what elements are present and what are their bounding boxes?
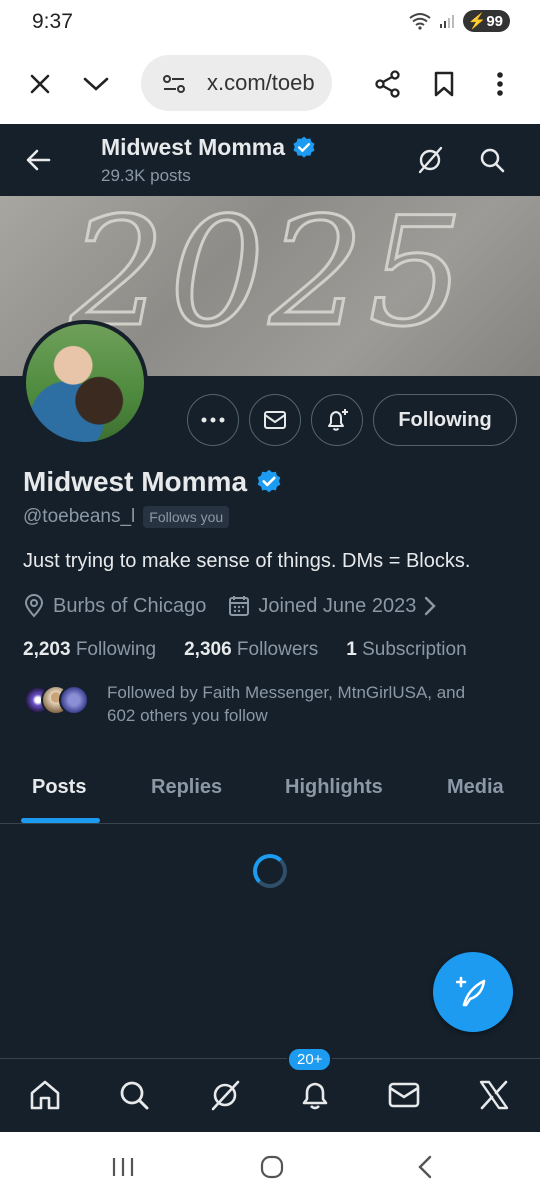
profile-meta: Burbs of Chicago Joined June 2023	[23, 594, 437, 618]
compose-button[interactable]	[433, 952, 513, 1032]
search-icon[interactable]	[472, 140, 512, 180]
loading-spinner	[253, 854, 287, 888]
back-arrow-icon[interactable]	[18, 140, 58, 180]
chevron-right-icon[interactable]	[424, 596, 437, 616]
profile-tabs: Posts Replies Highlights Media	[0, 760, 540, 824]
tab-replies[interactable]: Replies	[151, 776, 222, 799]
followed-by-line: Followed by Faith Messenger, MtnGirlUSA,…	[107, 683, 466, 702]
browser-toolbar: x.com/toeb	[0, 44, 540, 124]
recent-apps-icon[interactable]	[106, 1150, 140, 1184]
followers-stat[interactable]: 2,306 Followers	[184, 639, 318, 661]
active-tab-indicator	[21, 818, 100, 823]
bell-plus-icon	[328, 409, 348, 431]
share-icon[interactable]	[368, 64, 408, 104]
location-icon	[24, 594, 44, 618]
signal-icon	[439, 15, 454, 28]
status-icons: ⚡99	[409, 10, 510, 32]
battery-indicator: ⚡99	[462, 10, 510, 32]
profile-name-row: Midwest Momma	[23, 466, 283, 498]
avatar	[59, 685, 89, 715]
url-text: x.com/toeb	[207, 70, 315, 95]
bookmark-icon[interactable]	[424, 64, 464, 104]
notifications-badge: 20+	[287, 1047, 333, 1072]
avatar[interactable]	[22, 320, 148, 446]
grok-icon[interactable]	[205, 1075, 245, 1115]
following-button[interactable]: Following	[373, 394, 517, 446]
profile-header-bar: Midwest Momma 29.3K posts	[0, 124, 540, 196]
followed-by-avatars	[23, 685, 93, 719]
post-count: 29.3K posts	[101, 166, 191, 185]
profile-name: Midwest Momma	[23, 466, 248, 497]
profile-bio: Just trying to make sense of things. DMs…	[23, 550, 471, 572]
header-name: Midwest Momma	[101, 134, 286, 160]
status-bar: 9:37 ⚡99	[0, 0, 540, 44]
verified-icon	[257, 469, 281, 493]
system-navigation-bar	[0, 1132, 540, 1200]
back-button-icon[interactable]	[408, 1150, 442, 1184]
verified-icon	[293, 136, 315, 158]
notify-button[interactable]	[311, 394, 363, 446]
site-settings-icon[interactable]	[161, 71, 187, 97]
wifi-icon	[409, 13, 431, 30]
bottom-navigation: 20+	[0, 1047, 540, 1132]
header-title: Midwest Momma	[101, 134, 317, 161]
search-icon[interactable]	[114, 1075, 154, 1115]
battery-level: 99	[486, 13, 503, 30]
follows-you-badge: Follows you	[143, 506, 230, 528]
subscription-label: Subscription	[362, 639, 467, 660]
more-button[interactable]	[187, 394, 239, 446]
grok-icon[interactable]	[410, 140, 450, 180]
followed-by-text: Followed by Faith Messenger, MtnGirlUSA,…	[107, 681, 517, 727]
overflow-menu-icon[interactable]	[480, 64, 520, 104]
followers-label: Followers	[236, 639, 319, 660]
compose-icon	[456, 976, 486, 1007]
following-count: 2,203	[23, 639, 71, 660]
message-button[interactable]	[249, 394, 301, 446]
bell-icon[interactable]	[295, 1075, 335, 1115]
home-icon[interactable]	[25, 1075, 65, 1115]
followed-by[interactable]: Followed by Faith Messenger, MtnGirlUSA,…	[23, 681, 517, 727]
profile-stats: 2,203 Following 2,306 Followers 1 Subscr…	[23, 639, 495, 661]
subscription-stat[interactable]: 1 Subscription	[346, 639, 466, 661]
profile-joined: Joined June 2023	[258, 594, 417, 617]
tab-highlights[interactable]: Highlights	[285, 776, 383, 799]
chevron-down-icon[interactable]	[76, 64, 116, 104]
followers-count: 2,306	[184, 639, 232, 660]
subscription-count: 1	[346, 639, 357, 660]
more-icon	[201, 417, 225, 423]
close-icon[interactable]	[20, 64, 60, 104]
profile-location: Burbs of Chicago	[53, 594, 207, 617]
url-field[interactable]: x.com/toeb	[141, 55, 332, 111]
status-time: 9:37	[32, 10, 73, 33]
x-profile-page: Midwest Momma 29.3K posts 2025 Following…	[0, 124, 540, 1132]
banner-sand-writing: 2025	[69, 196, 468, 362]
x-logo-icon[interactable]	[474, 1075, 514, 1115]
calendar-icon	[229, 596, 250, 616]
home-button-icon[interactable]	[255, 1150, 289, 1184]
tab-posts[interactable]: Posts	[32, 776, 86, 799]
tab-media[interactable]: Media	[447, 776, 504, 799]
following-stat[interactable]: 2,203 Following	[23, 639, 156, 661]
profile-handle: @toebeans_l	[23, 506, 136, 527]
following-label: Following	[75, 639, 157, 660]
handle-row: @toebeans_l Follows you	[23, 506, 230, 528]
followed-by-line: 602 others you follow	[107, 706, 268, 725]
mail-icon[interactable]	[384, 1075, 424, 1115]
mail-icon	[264, 411, 286, 429]
